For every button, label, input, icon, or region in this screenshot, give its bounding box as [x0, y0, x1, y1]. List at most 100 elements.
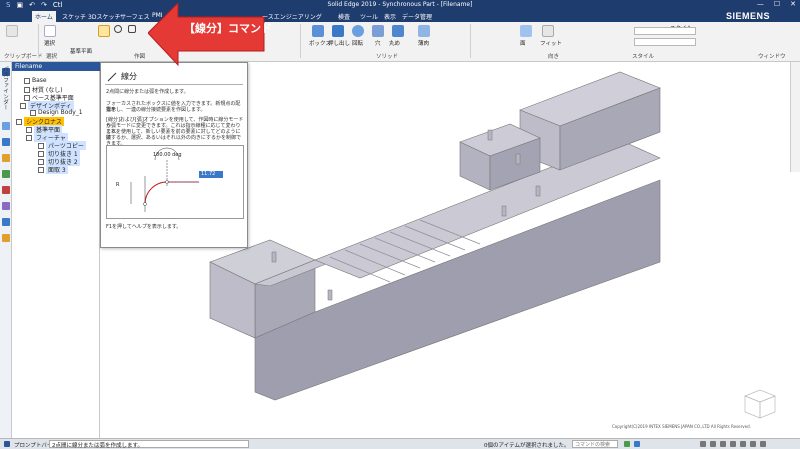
tab-view[interactable]: 表示	[384, 12, 396, 21]
key-icon[interactable]	[2, 234, 10, 242]
search-icon[interactable]	[2, 218, 10, 226]
engineering-reference-icon[interactable]	[2, 202, 10, 210]
face-button-label: 面	[520, 41, 526, 47]
prompt-message: 2点間に線分または弧を作成します。	[49, 440, 249, 449]
select-arrow-icon[interactable]	[44, 25, 56, 37]
tab-home[interactable]: ホーム	[32, 11, 56, 22]
display-icon[interactable]	[760, 441, 766, 447]
pathfinder-header: Filename	[12, 62, 100, 71]
checkbox-icon[interactable]	[24, 94, 30, 101]
style-group-label: スタイル	[632, 54, 655, 60]
pan-icon[interactable]	[720, 441, 726, 447]
shading-icon[interactable]	[750, 441, 756, 447]
tree-item-base[interactable]: Base	[24, 77, 47, 84]
ribbon: クリップボード 選択 選択 基準平面 作図 ボックス 押し出し 回転 穴 丸め …	[0, 22, 800, 62]
select-button-label: 選択	[44, 41, 56, 47]
status-icon[interactable]	[624, 441, 630, 447]
feature-library-icon[interactable]	[2, 154, 10, 162]
tab-inspect[interactable]: 検査	[338, 12, 350, 21]
orient-group-label: 向き	[548, 54, 560, 60]
fit-button-label: フィット	[540, 41, 562, 47]
box-icon[interactable]	[312, 25, 324, 37]
tree-item-chamfer-3[interactable]: 面取 3	[38, 165, 68, 174]
tooltip-desc-1: 2点間に線分または弧を作成します。	[106, 89, 189, 95]
thin-wall-icon[interactable]	[418, 25, 430, 37]
window-title: Solid Edge 2019 - Synchronous Part - [Fi…	[327, 1, 473, 8]
view-icon[interactable]	[700, 441, 706, 447]
checkbox-icon[interactable]	[24, 86, 30, 93]
clipboard-group-label: クリップボード	[4, 54, 43, 60]
view-cube-icon	[744, 389, 776, 419]
circle-icon[interactable]	[114, 25, 122, 33]
command-search-input[interactable]: コマンドの検索	[572, 440, 618, 448]
maximize-icon[interactable]: ☐	[774, 0, 780, 8]
extrude-button-label: 押し出し	[328, 41, 351, 47]
style-combo-secondary[interactable]	[634, 38, 696, 46]
library-icon[interactable]	[2, 138, 10, 146]
tree-item-design-body-1[interactable]: Design Body_1	[30, 109, 83, 116]
hole-icon[interactable]	[372, 25, 384, 37]
status-icon[interactable]	[634, 441, 640, 447]
checkbox-icon[interactable]	[26, 134, 32, 141]
fit-view-icon[interactable]	[740, 441, 746, 447]
revolve-button-label: 回転	[352, 41, 364, 47]
tooltip-header: 線分	[107, 71, 137, 82]
close-icon[interactable]: ✕	[790, 0, 796, 8]
layers-icon[interactable]	[2, 122, 10, 130]
rectangle-icon[interactable]	[128, 25, 136, 33]
left-icon-strip	[0, 62, 12, 438]
line-command-icon[interactable]	[98, 25, 110, 37]
line-icon	[107, 72, 117, 81]
checkbox-icon[interactable]	[30, 109, 36, 116]
rotate-icon[interactable]	[730, 441, 736, 447]
zoom-icon[interactable]	[710, 441, 716, 447]
angle-dimension: 180.00 deg	[153, 152, 182, 158]
extrude-icon[interactable]	[332, 25, 344, 37]
tooltip-title: 線分	[121, 72, 137, 81]
paste-icon[interactable]	[6, 25, 18, 37]
fit-icon[interactable]	[542, 25, 554, 37]
solid-group-label: ソリッド	[376, 54, 399, 60]
tab-tools[interactable]: ツール	[360, 12, 378, 21]
ribbon-separator	[300, 24, 301, 58]
checkbox-icon[interactable]	[38, 166, 44, 173]
tab-surface[interactable]: サーフェス	[120, 12, 150, 21]
face-icon[interactable]	[520, 25, 532, 37]
round-button-label: 丸め	[389, 41, 401, 47]
siemens-logo: SIEMENS	[725, 11, 770, 21]
prompt-bar-icon[interactable]	[4, 441, 10, 447]
thin-wall-button-label: 薄肉	[418, 41, 430, 47]
status-bar: プロンプトバー 2点間に線分または弧を作成します。 0個のアイテムが選択されまし…	[0, 438, 800, 449]
tooltip-desc-3: 指示し、一連の線分接続要素を作図します。	[106, 107, 206, 113]
command-tooltip: 線分 2点間に線分または弧を作成します。 フォーカスされたボックスに値を入力でき…	[100, 62, 248, 248]
plane-label: 基準平面	[70, 49, 93, 55]
ribbon-separator	[38, 24, 39, 58]
checkbox-icon[interactable]	[26, 126, 32, 133]
callout-text: 【線分】コマンド	[184, 22, 272, 35]
minimize-icon[interactable]: —	[757, 0, 764, 8]
checkbox-icon[interactable]	[38, 142, 44, 149]
draw-group-label: 作図	[134, 54, 146, 60]
family-icon[interactable]	[2, 170, 10, 178]
checkbox-icon[interactable]	[20, 102, 26, 109]
tab-data-management[interactable]: データ管理	[402, 12, 432, 21]
window-group-label: ウィンドウ	[758, 54, 786, 60]
tooltip-footer: F1を押してヘルプを表示します。	[106, 224, 182, 230]
revolve-icon[interactable]	[352, 25, 364, 37]
checkbox-icon[interactable]	[16, 118, 22, 125]
tab-sketch[interactable]: スケッチ	[62, 12, 86, 21]
ribbon-separator	[470, 24, 471, 58]
hole-button-label: 穴	[375, 41, 381, 47]
prompt-bar-label: プロンプトバー	[14, 443, 53, 449]
round-icon[interactable]	[392, 25, 404, 37]
tooltip-illustration: 180.00 deg 11.72 mm R	[106, 145, 244, 219]
checkbox-icon[interactable]	[38, 150, 44, 157]
pathfinder-panel: Filename Base 材質 (なし) ベース基準平面 デザインボディ De…	[12, 62, 100, 438]
tooltip-divider	[105, 84, 243, 85]
style-combo[interactable]	[634, 27, 696, 35]
tab-3d-sketch[interactable]: 3Dスケッチ	[88, 12, 120, 21]
sensor-icon[interactable]	[2, 186, 10, 194]
checkbox-icon[interactable]	[38, 158, 44, 165]
title-bar: S ▣ ↶ ↷ Ctl Solid Edge 2019 - Synchronou…	[0, 0, 800, 10]
checkbox-icon[interactable]	[24, 77, 30, 84]
